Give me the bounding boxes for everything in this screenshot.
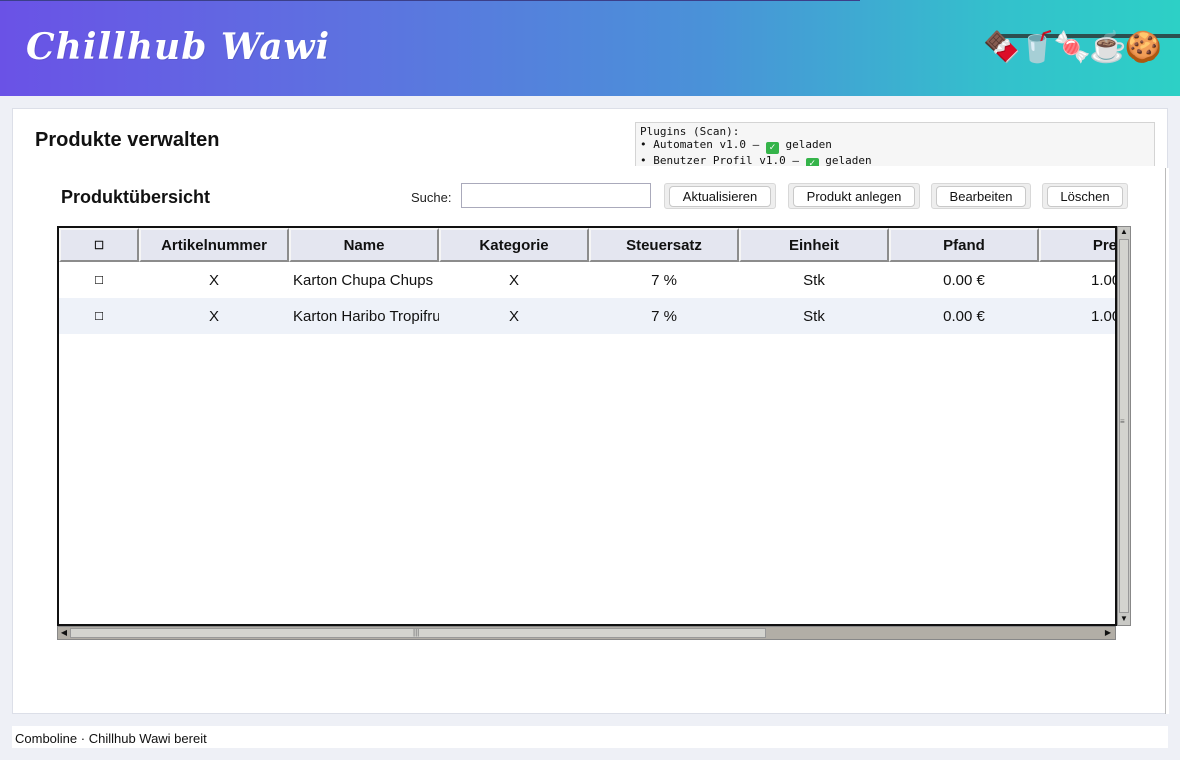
- cell-category: X: [508, 271, 519, 289]
- select-all-checkbox-icon: ☐: [94, 239, 104, 252]
- row-checkbox[interactable]: ☐: [59, 298, 139, 334]
- plugin-scan-log: Plugins (Scan): • Automaten v1.0 – ✓ gel…: [635, 122, 1155, 166]
- products-table: ☐ Artikelnummer Name Kategorie Steuersat…: [57, 226, 1117, 626]
- column-header-category[interactable]: Kategorie: [439, 228, 589, 262]
- plugin-log-line: • Benutzer Profil v1.0 – ✓ geladen: [640, 154, 1150, 166]
- edit-button-label: Bearbeiten: [936, 185, 1026, 207]
- edit-button[interactable]: Bearbeiten: [931, 183, 1031, 209]
- create-product-button-label: Produkt anlegen: [793, 185, 915, 207]
- plugin-status: geladen: [785, 138, 832, 151]
- header-top-line: [0, 0, 860, 1]
- column-header-unit[interactable]: Einheit: [739, 228, 889, 262]
- cell-name: Karton Haribo Tropifrutti: [293, 307, 439, 325]
- section-title: Produktübersicht: [61, 187, 211, 207]
- search-input[interactable]: [461, 183, 651, 208]
- column-header-select[interactable]: ☐: [59, 228, 139, 262]
- status-bar: Comboline · Chillhub Wawi bereit: [12, 726, 1168, 748]
- table-header: ☐ Artikelnummer Name Kategorie Steuersat…: [59, 228, 1115, 262]
- delete-button-label: Löschen: [1047, 185, 1123, 207]
- cell-deposit: 0.00 €: [943, 271, 985, 289]
- checkbox-icon: ☐: [94, 310, 104, 323]
- cell-unit: Stk: [803, 307, 825, 325]
- delete-button[interactable]: Löschen: [1042, 183, 1128, 209]
- plugin-log-line: • Automaten v1.0 – ✓ geladen: [640, 138, 1150, 154]
- table-vertical-scrollbar[interactable]: ▲ ≡ ▼: [1117, 226, 1131, 626]
- panel-right-edge: [1165, 168, 1169, 714]
- vertical-scroll-thumb[interactable]: [1119, 239, 1129, 613]
- page-title: Produkte verwalten: [35, 129, 220, 151]
- plugin-log-heading: Plugins (Scan):: [640, 125, 740, 138]
- scroll-up-icon[interactable]: ▲: [1119, 227, 1129, 237]
- scroll-down-icon[interactable]: ▼: [1119, 614, 1129, 624]
- create-product-button[interactable]: Produkt anlegen: [788, 183, 920, 209]
- column-header-article-number[interactable]: Artikelnummer: [139, 228, 289, 262]
- refresh-button[interactable]: Aktualisieren: [664, 183, 776, 209]
- table-horizontal-scrollbar[interactable]: ◀ ||| ▶: [57, 626, 1116, 640]
- app-title: Chillhub Wawi: [26, 26, 331, 68]
- cell-price: 1.00: [1091, 307, 1115, 325]
- check-icon: ✓: [765, 142, 779, 154]
- checkbox-icon: ☐: [94, 274, 104, 287]
- cell-deposit: 0.00 €: [943, 307, 985, 325]
- table-row[interactable]: ☐ X Karton Chupa Chups X 7 % Stk 0.00 € …: [59, 262, 1115, 298]
- column-header-deposit[interactable]: Pfand: [889, 228, 1039, 262]
- cell-unit: Stk: [803, 271, 825, 289]
- column-header-name[interactable]: Name: [289, 228, 439, 262]
- app-header: Chillhub Wawi 🍫🥤🍬☕🍪: [0, 0, 1180, 96]
- refresh-button-label: Aktualisieren: [669, 185, 771, 207]
- scroll-right-icon[interactable]: ▶: [1103, 628, 1113, 638]
- cell-name: Karton Chupa Chups: [293, 271, 434, 289]
- bullet: •: [640, 154, 647, 166]
- plugin-name: Automaten v1.0 –: [653, 138, 760, 151]
- cell-category: X: [508, 307, 519, 325]
- column-header-price[interactable]: Pre: [1039, 228, 1115, 262]
- cell-price: 1.00: [1091, 271, 1115, 289]
- check-icon: ✓: [805, 158, 819, 166]
- snack-emojis-icon: 🍫🥤🍬☕🍪: [983, 31, 1162, 64]
- search-label: Suche:: [411, 190, 452, 205]
- plugin-name: Benutzer Profil v1.0 –: [653, 154, 799, 166]
- bullet: •: [640, 138, 647, 151]
- cell-tax-rate: 7 %: [651, 271, 677, 289]
- scroll-grip-icon: ≡: [1120, 417, 1125, 426]
- plugin-status: geladen: [825, 154, 872, 166]
- table-row[interactable]: ☐ X Karton Haribo Tropifrutti X 7 % Stk …: [59, 298, 1115, 334]
- cell-tax-rate: 7 %: [651, 307, 677, 325]
- scroll-grip-icon: |||: [413, 628, 420, 637]
- cell-article-number: X: [208, 271, 219, 289]
- column-header-tax-rate[interactable]: Steuersatz: [589, 228, 739, 262]
- row-checkbox[interactable]: ☐: [59, 262, 139, 298]
- cell-article-number: X: [208, 307, 219, 325]
- scroll-left-icon[interactable]: ◀: [59, 628, 69, 638]
